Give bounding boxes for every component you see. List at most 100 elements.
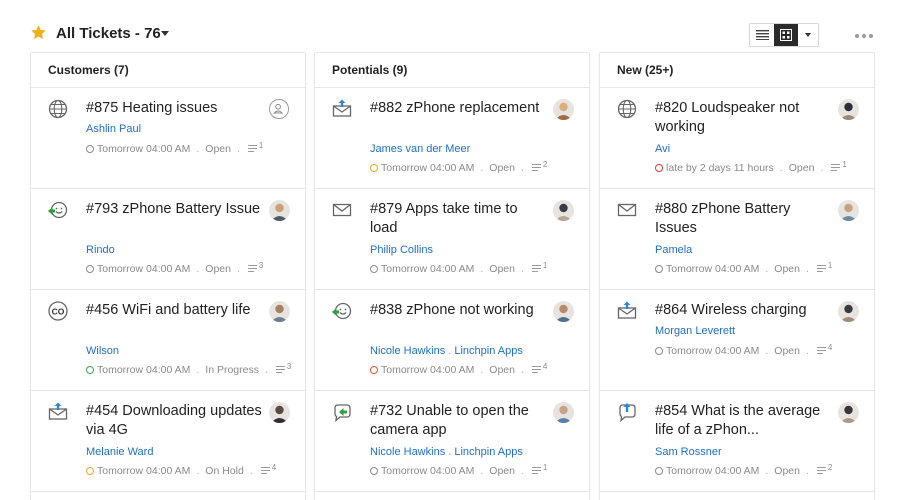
ticket-status[interactable]: Open (489, 162, 515, 174)
contact-link[interactable]: Sam Rossner (655, 446, 722, 458)
contact-name[interactable]: Melanie Ward (86, 446, 153, 458)
contact-link[interactable]: Philip Collins (370, 244, 433, 256)
ticket-subject[interactable]: #838 zPhone not working (370, 301, 548, 320)
agent-avatar[interactable] (269, 200, 290, 221)
ticket-status[interactable]: Open (774, 263, 800, 275)
ticket-card[interactable]: #875 Heating issues Ashlin Paul Tomorrow 0… (31, 88, 305, 189)
contact-link[interactable]: Nicole Hawkins (370, 446, 445, 458)
ticket-status[interactable]: Open (774, 345, 800, 357)
ticket-card[interactable]: #880 zPhone Battery Issues Pamela Tomorrow… (600, 189, 874, 290)
agent-avatar[interactable] (838, 200, 859, 221)
contact-name[interactable]: Avi (655, 143, 670, 155)
ticket-card[interactable]: #793 zPhone Battery Issue Rindo Tomorrow 0… (31, 189, 305, 290)
separator: . (196, 364, 200, 376)
contact-link[interactable]: Ashlin Paul (86, 123, 141, 135)
chevron-down-icon[interactable] (161, 31, 169, 36)
agent-avatar[interactable] (269, 402, 290, 423)
contact-link[interactable]: Morgan Leverett (655, 325, 735, 337)
ticket-card[interactable]: #854 What is the average life of a zPhon… (600, 391, 874, 492)
ticket-meta: Tomorrow 04:00 AM. Open. 1 (370, 463, 547, 477)
ticket-status[interactable]: On Hold (205, 465, 244, 477)
clock-icon (655, 467, 663, 475)
separator: . (480, 162, 484, 174)
ticket-subject[interactable]: #820 Loudspeaker not working (655, 99, 833, 137)
ticket-status[interactable]: Open (489, 465, 515, 477)
ticket-subject[interactable]: #456 WiFi and battery life (86, 301, 264, 320)
contact-name[interactable]: Rindo (86, 244, 115, 256)
more-options-icon[interactable] (855, 34, 873, 38)
agent-avatar[interactable] (553, 402, 574, 423)
ticket-card[interactable]: #879 Apps take time to load Philip Collin… (315, 189, 589, 290)
ticket-card[interactable]: #882 zPhone replacement James van der Mee… (315, 88, 589, 189)
separator: . (236, 143, 240, 155)
ticket-meta: Tomorrow 04:00 AM. Open. 2 (655, 463, 832, 477)
thread-count: 1 (842, 159, 847, 169)
account-link[interactable]: Linchpin Apps (454, 446, 523, 458)
ticket-status[interactable]: Open (489, 263, 515, 275)
ticket-card[interactable]: #838 zPhone not working Nicole Hawkins . … (315, 290, 589, 391)
separator: . (805, 465, 809, 477)
clock-icon (86, 366, 94, 374)
star-icon[interactable] (30, 24, 47, 41)
contact-name[interactable]: Nicole Hawkins . Linchpin Apps (370, 446, 523, 458)
agent-avatar[interactable] (553, 200, 574, 221)
ticket-status[interactable]: In Progress (205, 364, 259, 376)
contact-name[interactable]: Philip Collins (370, 244, 433, 256)
agent-avatar[interactable] (553, 99, 574, 120)
thread-count: 1 (827, 260, 833, 270)
ticket-subject[interactable]: #875 Heating issues (86, 99, 264, 118)
contact-name[interactable]: Sam Rossner (655, 446, 722, 458)
thread-icon (247, 265, 257, 273)
ticket-status[interactable]: Open (774, 465, 800, 477)
agent-avatar[interactable] (838, 301, 859, 322)
clock-icon (655, 164, 663, 172)
ticket-card[interactable]: #864 Wireless charging Morgan Leverett Tom… (600, 290, 874, 391)
contact-name[interactable]: Pamela (655, 244, 692, 256)
ticket-subject[interactable]: #879 Apps take time to load (370, 200, 548, 238)
ticket-subject[interactable]: #732 Unable to open the camera app (370, 402, 548, 440)
contact-link[interactable]: Avi (655, 143, 670, 155)
separator: . (196, 465, 200, 477)
ticket-card[interactable]: #820 Loudspeaker not working Avi late by 2… (600, 88, 874, 189)
contact-link[interactable]: Melanie Ward (86, 446, 153, 458)
ticket-subject[interactable]: #864 Wireless charging (655, 301, 833, 320)
contact-link[interactable]: Nicole Hawkins (370, 345, 445, 357)
ticket-status[interactable]: Open (789, 162, 815, 174)
ticket-subject[interactable]: #854 What is the average life of a zPhon… (655, 402, 833, 440)
contact-link[interactable]: Pamela (655, 244, 692, 256)
ticket-status[interactable]: Open (205, 143, 231, 155)
contact-link[interactable]: James van der Meer (370, 143, 470, 155)
view-options-dropdown[interactable] (798, 24, 818, 46)
ticket-status[interactable]: Open (205, 263, 231, 275)
agent-avatar[interactable] (838, 402, 859, 423)
ticket-card[interactable]: #732 Unable to open the camera app Nicole… (315, 391, 589, 492)
ticket-subject[interactable]: #454 Downloading updates via 4G (86, 402, 264, 440)
contact-link[interactable]: Rindo (86, 244, 115, 256)
contact-name[interactable]: Wilson (86, 345, 119, 357)
contact-name[interactable]: Morgan Leverett (655, 325, 735, 337)
ticket-subject[interactable]: #793 zPhone Battery Issue (86, 200, 264, 219)
ticket-status[interactable]: Open (489, 364, 515, 376)
agent-avatar[interactable] (553, 301, 574, 322)
list-view-button[interactable] (750, 24, 774, 46)
agent-avatar[interactable] (269, 301, 290, 322)
kanban-view-button[interactable] (774, 24, 798, 46)
thread-icon (531, 265, 541, 273)
contact-name[interactable]: James van der Meer (370, 143, 470, 155)
assign-agent-icon[interactable] (269, 99, 289, 119)
contact-name[interactable]: Ashlin Paul (86, 123, 141, 135)
ticket-subject[interactable]: #882 zPhone replacement (370, 99, 548, 118)
ticket-card[interactable]: CO #456 WiFi and battery life Wilson Tomorr… (31, 290, 305, 391)
ticket-subject[interactable]: #880 zPhone Battery Issues (655, 200, 833, 238)
clock-icon (370, 265, 378, 273)
clock-icon (370, 164, 378, 172)
ticket-card[interactable]: #454 Downloading updates via 4G Melanie W… (31, 391, 305, 492)
clock-icon (86, 467, 94, 475)
thread-count: 4 (827, 342, 833, 352)
contact-name[interactable]: Nicole Hawkins . Linchpin Apps (370, 345, 523, 357)
view-title[interactable]: All Tickets - 76 (56, 25, 161, 42)
agent-avatar[interactable] (838, 99, 859, 120)
account-link[interactable]: Linchpin Apps (454, 345, 523, 357)
contact-link[interactable]: Wilson (86, 345, 119, 357)
ticket-meta: Tomorrow 04:00 AM. Open. 1 (370, 261, 547, 275)
